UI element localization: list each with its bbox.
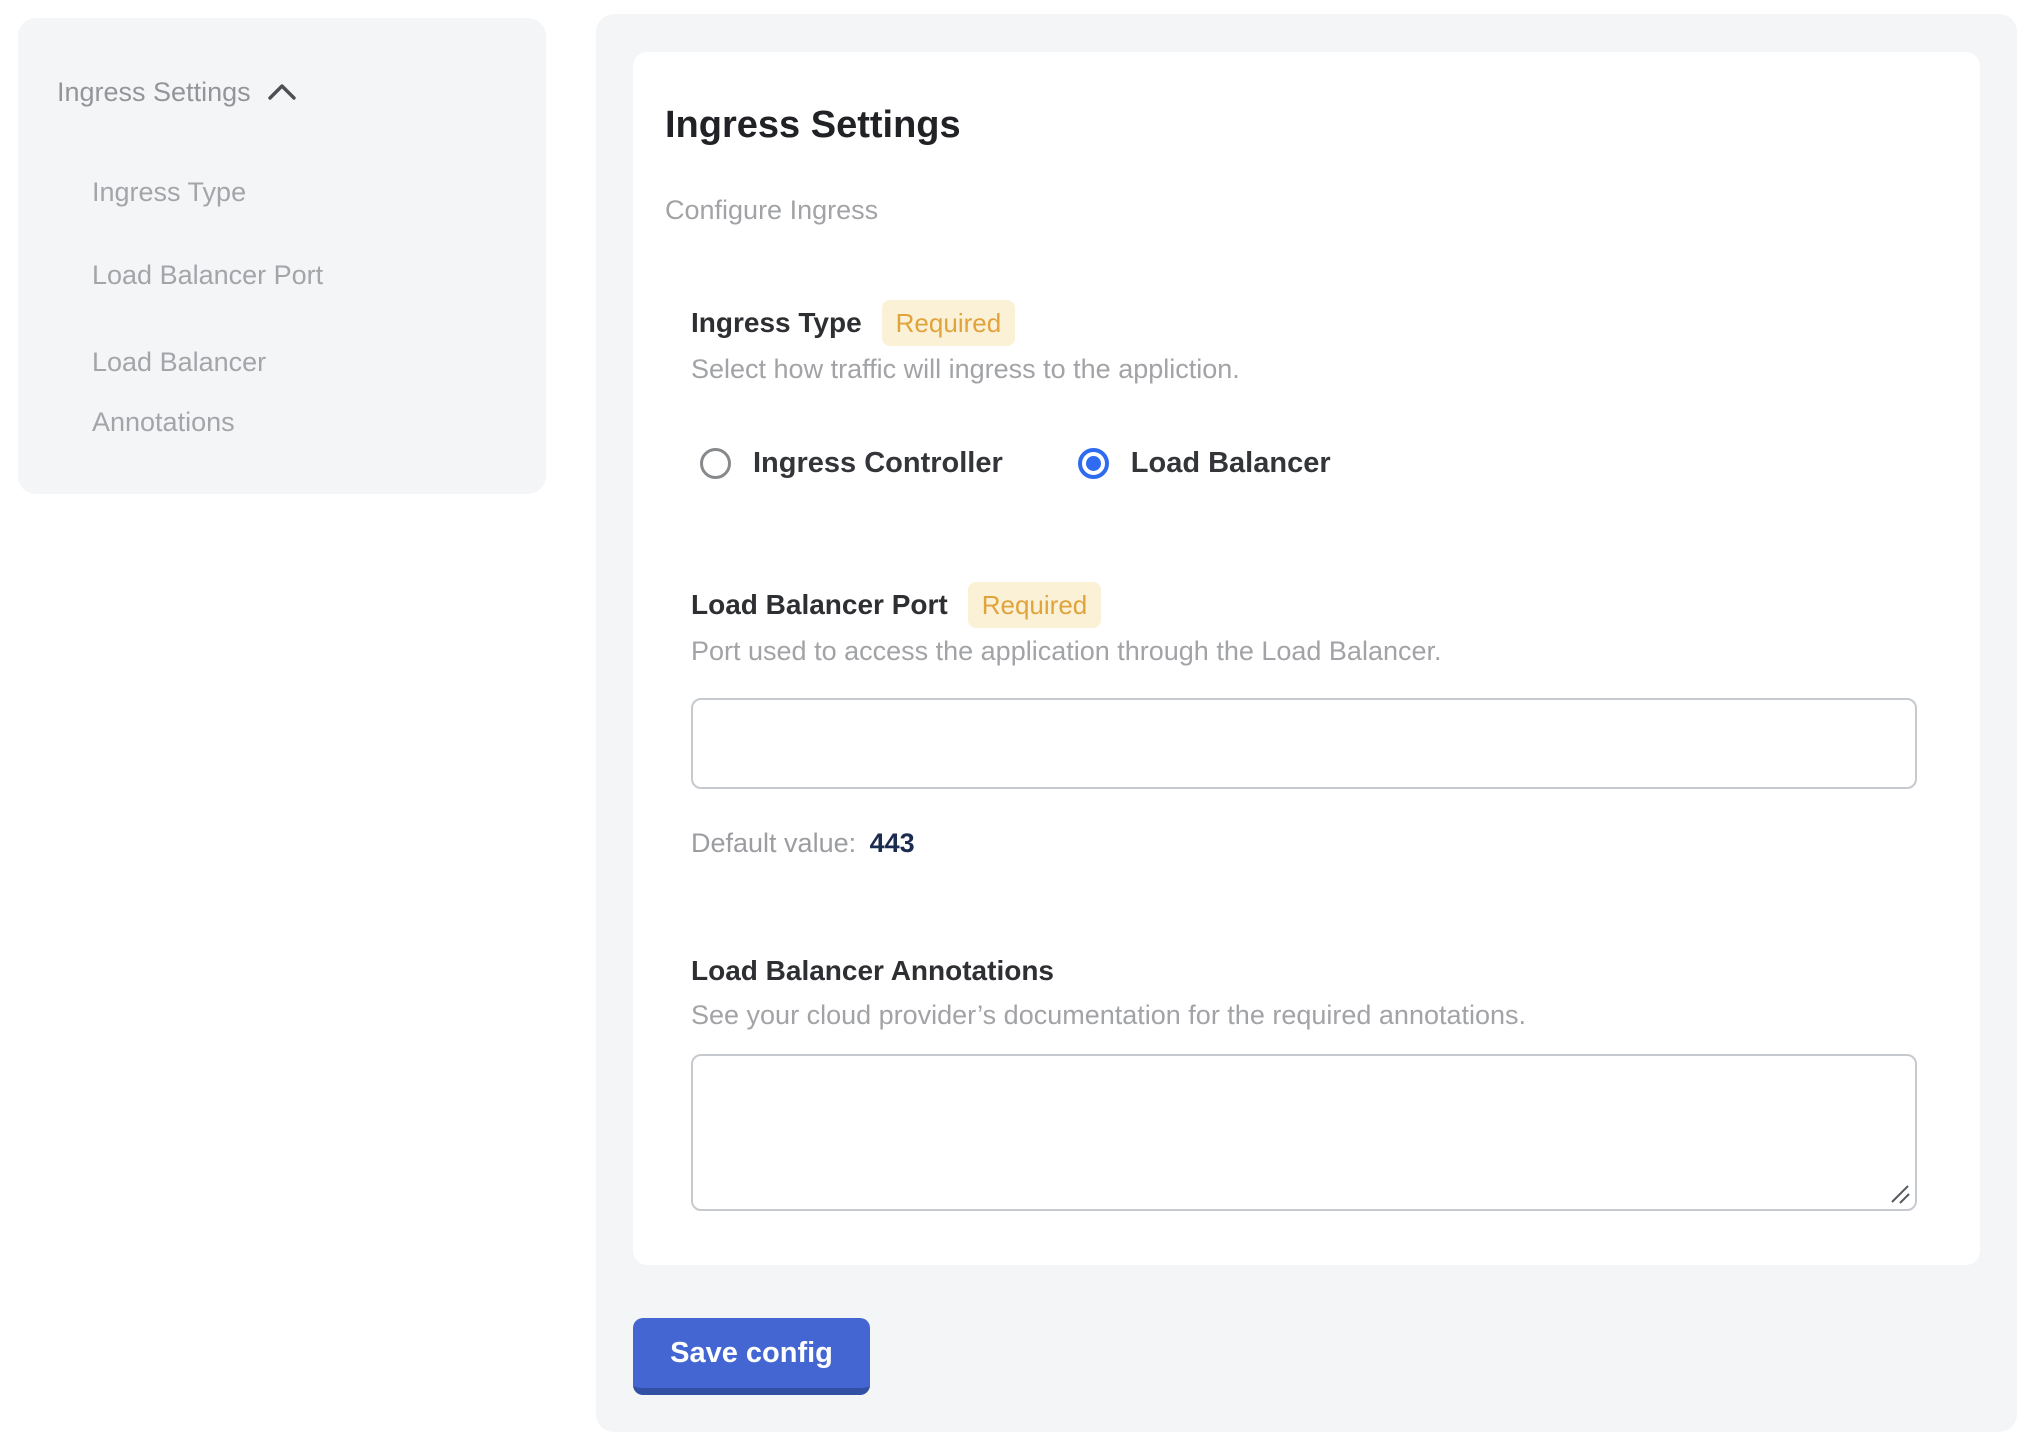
required-badge: Required [882, 300, 1016, 346]
ingress-type-radio-group: Ingress Controller Load Balancer [691, 447, 1917, 480]
chevron-up-icon [267, 83, 297, 101]
sidebar-group-ingress-settings[interactable]: Ingress Settings [57, 62, 516, 122]
section-ingress-type: Ingress Type Required Select how traffic… [691, 300, 1917, 480]
radio-selected-icon[interactable] [1078, 448, 1109, 479]
radio-load-balancer[interactable]: Load Balancer [1069, 447, 1331, 480]
radio-dot [1086, 456, 1101, 471]
load-balancer-port-input[interactable] [691, 698, 1917, 789]
ingress-settings-card: Ingress Settings Configure Ingress Ingre… [633, 52, 1980, 1265]
sidebar-item-list: Ingress Type Load Balancer Port Load Bal… [92, 162, 516, 452]
default-value-number: 443 [870, 828, 915, 858]
section-heading: Load Balancer Annotations [691, 950, 1054, 992]
sidebar-item-ingress-type[interactable]: Ingress Type [92, 162, 412, 222]
page-title: Ingress Settings [665, 102, 1917, 148]
section-description: Select how traffic will ingress to the a… [691, 351, 1917, 387]
save-config-button[interactable]: Save config [633, 1318, 870, 1395]
required-badge: Required [968, 582, 1102, 628]
config-panel: Ingress Settings Configure Ingress Ingre… [596, 14, 2017, 1432]
radio-label: Ingress Controller [753, 447, 1003, 480]
settings-nav-sidebar: Ingress Settings Ingress Type Load Balan… [18, 18, 546, 494]
section-load-balancer-port: Load Balancer Port Required Port used to… [691, 582, 1917, 861]
default-value-label: Default value: [691, 828, 856, 858]
section-heading: Ingress Type [691, 302, 862, 344]
resize-handle-icon[interactable] [1888, 1182, 1912, 1206]
radio-unselected-icon[interactable] [700, 448, 731, 479]
radio-ingress-controller[interactable]: Ingress Controller [691, 447, 1003, 480]
sidebar-item-load-balancer-annotations[interactable]: Load Balancer Annotations [92, 332, 412, 452]
sidebar-group-label: Ingress Settings [57, 62, 251, 122]
section-heading: Load Balancer Port [691, 584, 948, 626]
section-load-balancer-annotations: Load Balancer Annotations See your cloud… [691, 950, 1917, 1211]
section-description: Port used to access the application thro… [691, 633, 1917, 669]
default-value-line: Default value: 443 [691, 825, 1917, 861]
section-description: See your cloud provider’s documentation … [691, 997, 1917, 1033]
sidebar-item-load-balancer-port[interactable]: Load Balancer Port [92, 245, 412, 305]
radio-label: Load Balancer [1131, 447, 1331, 480]
page-subtitle: Configure Ingress [665, 192, 1917, 228]
load-balancer-annotations-textarea[interactable] [691, 1054, 1917, 1211]
